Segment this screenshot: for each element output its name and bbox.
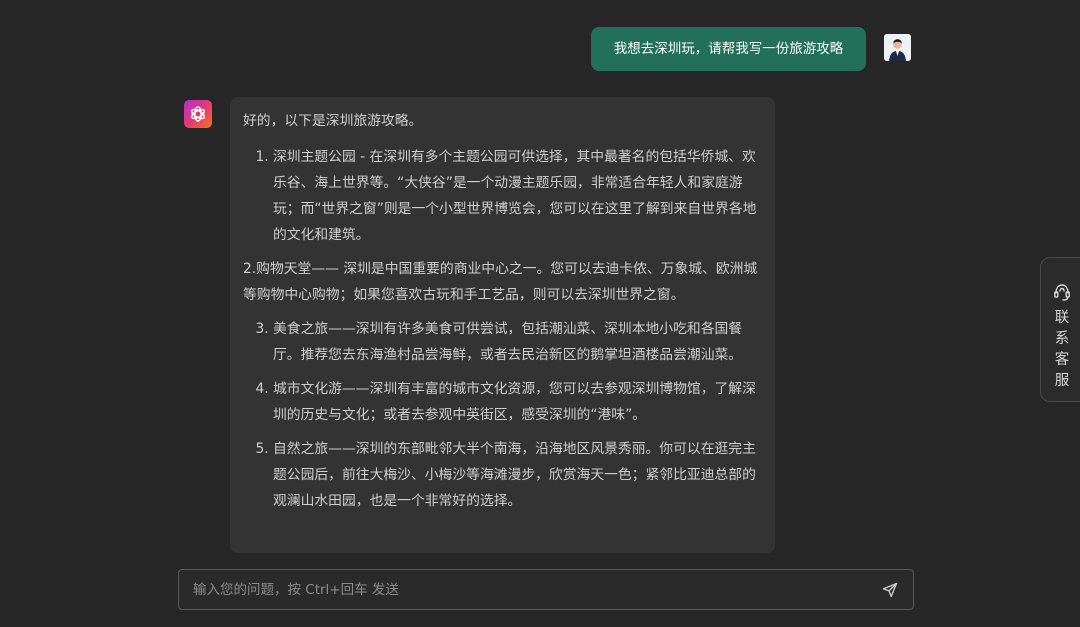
user-message-bubble: 我想去深圳玩，请帮我写一份旅游攻略 [591,27,866,71]
chat-page: 我想去深圳玩，请帮我写一份旅游攻略 好的，以下是深圳旅游攻略。 深圳主题公园 -… [0,0,1080,627]
contact-support-tab[interactable]: 联系客服 [1040,257,1080,402]
list-item: 城市文化游——深圳有丰富的城市文化资源，您可以去参观深圳博物馆，了解深圳的历史与… [273,376,761,428]
message-input-container [178,569,914,610]
list-item: 自然之旅——深圳的东部毗邻大半个南海，沿海地区风景秀丽。你可以在逛完主题公园后，… [273,436,761,514]
guide-list-rest: 美食之旅——深圳有许多美食可供尝试，包括潮汕菜、深圳本地小吃和各国餐厅。推荐您去… [243,316,761,514]
send-icon[interactable] [881,581,899,599]
assistant-message-bubble: 好的，以下是深圳旅游攻略。 深圳主题公园 - 在深圳有多个主题公园可供选择，其中… [230,97,775,553]
user-photo-icon [884,34,911,61]
assistant-intro: 好的，以下是深圳旅游攻略。 [243,113,423,129]
guide-list-first: 深圳主题公园 - 在深圳有多个主题公园可供选择，其中最著名的包括华侨城、欢乐谷、… [243,144,761,248]
list-item: 深圳主题公园 - 在深圳有多个主题公园可供选择，其中最著名的包括华侨城、欢乐谷、… [273,144,761,248]
contact-support-label: 联系客服 [1054,310,1070,389]
message-input[interactable] [179,570,859,609]
assistant-avatar [184,100,212,128]
list-item-plain: 2.购物天堂—— 深圳是中国重要的商业中心之一。您可以去迪卡侬、万象城、欧洲城等… [243,261,758,303]
user-avatar [884,34,911,61]
openai-logo-icon [190,106,206,122]
headset-icon [1054,284,1070,301]
list-item: 美食之旅——深圳有许多美食可供尝试，包括潮汕菜、深圳本地小吃和各国餐厅。推荐您去… [273,316,761,368]
